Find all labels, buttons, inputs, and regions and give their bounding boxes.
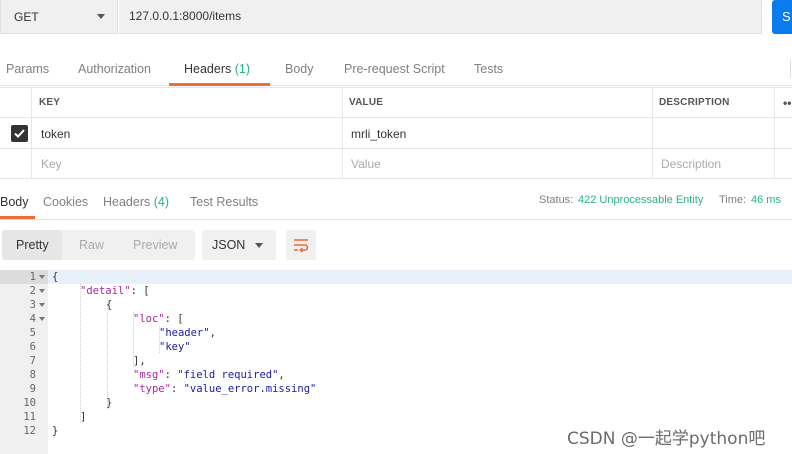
fold-toggle-icon[interactable] xyxy=(39,303,45,307)
status-label: Status: xyxy=(539,194,574,206)
status-value: 422 Unprocessable Entity xyxy=(578,194,704,206)
line-number: 7 xyxy=(29,355,36,367)
response-tabs: Body Cookies Headers (4) Test Results St… xyxy=(0,186,792,220)
code-line: } xyxy=(52,425,59,437)
tab-cookies[interactable]: Cookies xyxy=(43,195,88,209)
active-line-highlight xyxy=(48,270,792,284)
tab-response-headers[interactable]: Headers (4) xyxy=(103,195,169,209)
line-number: 4 xyxy=(29,313,36,325)
column-header-value: VALUE xyxy=(349,97,384,108)
line-number: 3 xyxy=(29,299,36,311)
line-number: 10 xyxy=(23,397,36,409)
time-badge: 46 ms xyxy=(751,194,781,206)
tab-response-headers-label: Headers xyxy=(103,195,151,209)
line-number: 11 xyxy=(23,411,36,423)
pretty-button[interactable]: Pretty xyxy=(16,238,49,252)
code-line: "msg": "field required", xyxy=(133,369,285,381)
new-description-input[interactable]: Description xyxy=(661,157,721,171)
checkmark-icon xyxy=(14,129,25,138)
tab-pre-request-script[interactable]: Pre-request Script xyxy=(344,62,445,76)
tab-headers-count: (1) xyxy=(234,62,251,76)
code-line: "detail": [ xyxy=(80,285,150,297)
line-number: 9 xyxy=(29,383,36,395)
code-line: { xyxy=(106,299,113,311)
method-select[interactable]: GET xyxy=(0,0,118,34)
column-header-key: KEY xyxy=(39,97,61,108)
view-mode-group: Pretty Raw Preview xyxy=(2,230,195,260)
header-key-cell[interactable]: token xyxy=(41,127,70,141)
indent-guide xyxy=(80,284,81,424)
table-border xyxy=(0,87,792,88)
time-value: 46 ms xyxy=(751,194,781,206)
watermark: CSDN @一起学python吧 xyxy=(567,429,766,449)
chevron-down-icon xyxy=(255,243,263,248)
more-options-icon[interactable]: •• xyxy=(783,96,791,110)
active-tab-indicator xyxy=(0,216,35,219)
url-text: 127.0.0.1:8000/items xyxy=(129,9,242,23)
tab-headers[interactable]: Headers (1) xyxy=(184,62,250,76)
tab-authorization[interactable]: Authorization xyxy=(78,62,151,76)
fold-toggle-icon[interactable] xyxy=(39,275,45,279)
indent-guide xyxy=(107,298,108,410)
divider xyxy=(790,60,791,78)
tab-test-results[interactable]: Test Results xyxy=(190,195,258,209)
table-border xyxy=(31,87,32,179)
table-border xyxy=(774,87,775,179)
url-input[interactable]: 127.0.0.1:8000/items xyxy=(119,0,762,34)
code-line: "header", xyxy=(159,327,216,339)
code-line: ] xyxy=(80,411,87,423)
status-badge: 422 Unprocessable Entity xyxy=(578,194,703,206)
header-value-cell[interactable]: mrli_token xyxy=(351,127,406,141)
code-line: { xyxy=(52,271,59,283)
preview-button[interactable]: Preview xyxy=(133,238,177,252)
send-button[interactable]: S xyxy=(772,0,792,34)
table-border xyxy=(652,87,653,179)
request-bar: GET 127.0.0.1:8000/items S xyxy=(0,0,792,44)
code-line: "type": "value_error.missing" xyxy=(133,383,317,395)
column-header-description: DESCRIPTION xyxy=(659,97,730,108)
tab-headers-label: Headers xyxy=(184,62,232,76)
new-value-input[interactable]: Value xyxy=(351,157,381,171)
active-tab-indicator xyxy=(169,83,270,86)
line-number: 12 xyxy=(23,425,36,437)
wrap-lines-button[interactable] xyxy=(286,230,316,260)
header-enabled-checkbox[interactable] xyxy=(11,125,28,142)
code-line: "key" xyxy=(159,341,191,353)
tab-params[interactable]: Params xyxy=(6,62,49,76)
wrap-icon xyxy=(294,239,309,253)
new-key-input[interactable]: Key xyxy=(41,157,62,171)
tab-response-headers-count: (4) xyxy=(153,195,170,209)
line-number: 8 xyxy=(29,369,36,381)
line-number: 5 xyxy=(29,327,36,339)
tab-response-body[interactable]: Body xyxy=(0,195,29,209)
code-line: ], xyxy=(133,355,146,367)
chevron-down-icon xyxy=(97,14,105,19)
raw-button[interactable]: Raw xyxy=(79,238,104,252)
tab-tests[interactable]: Tests xyxy=(474,62,503,76)
request-tabs: Params Authorization Headers (1) Body Pr… xyxy=(0,52,792,86)
method-label: GET xyxy=(14,10,39,24)
format-select[interactable]: JSON xyxy=(202,230,276,260)
line-number: 6 xyxy=(29,341,36,353)
time-label: Time: xyxy=(719,194,747,206)
table-border xyxy=(342,87,343,179)
line-number: 1 xyxy=(29,271,36,283)
code-line: } xyxy=(106,397,113,409)
fold-toggle-icon[interactable] xyxy=(39,317,45,321)
format-label: JSON xyxy=(212,238,246,252)
headers-table: KEY VALUE DESCRIPTION token mrli_token K… xyxy=(0,87,792,179)
table-border xyxy=(0,178,792,179)
code-line: "loc": [ xyxy=(133,313,184,325)
table-border xyxy=(0,117,792,118)
table-border xyxy=(0,148,792,149)
tab-body[interactable]: Body xyxy=(285,62,314,76)
line-number: 2 xyxy=(29,285,36,297)
fold-toggle-icon[interactable] xyxy=(39,289,45,293)
